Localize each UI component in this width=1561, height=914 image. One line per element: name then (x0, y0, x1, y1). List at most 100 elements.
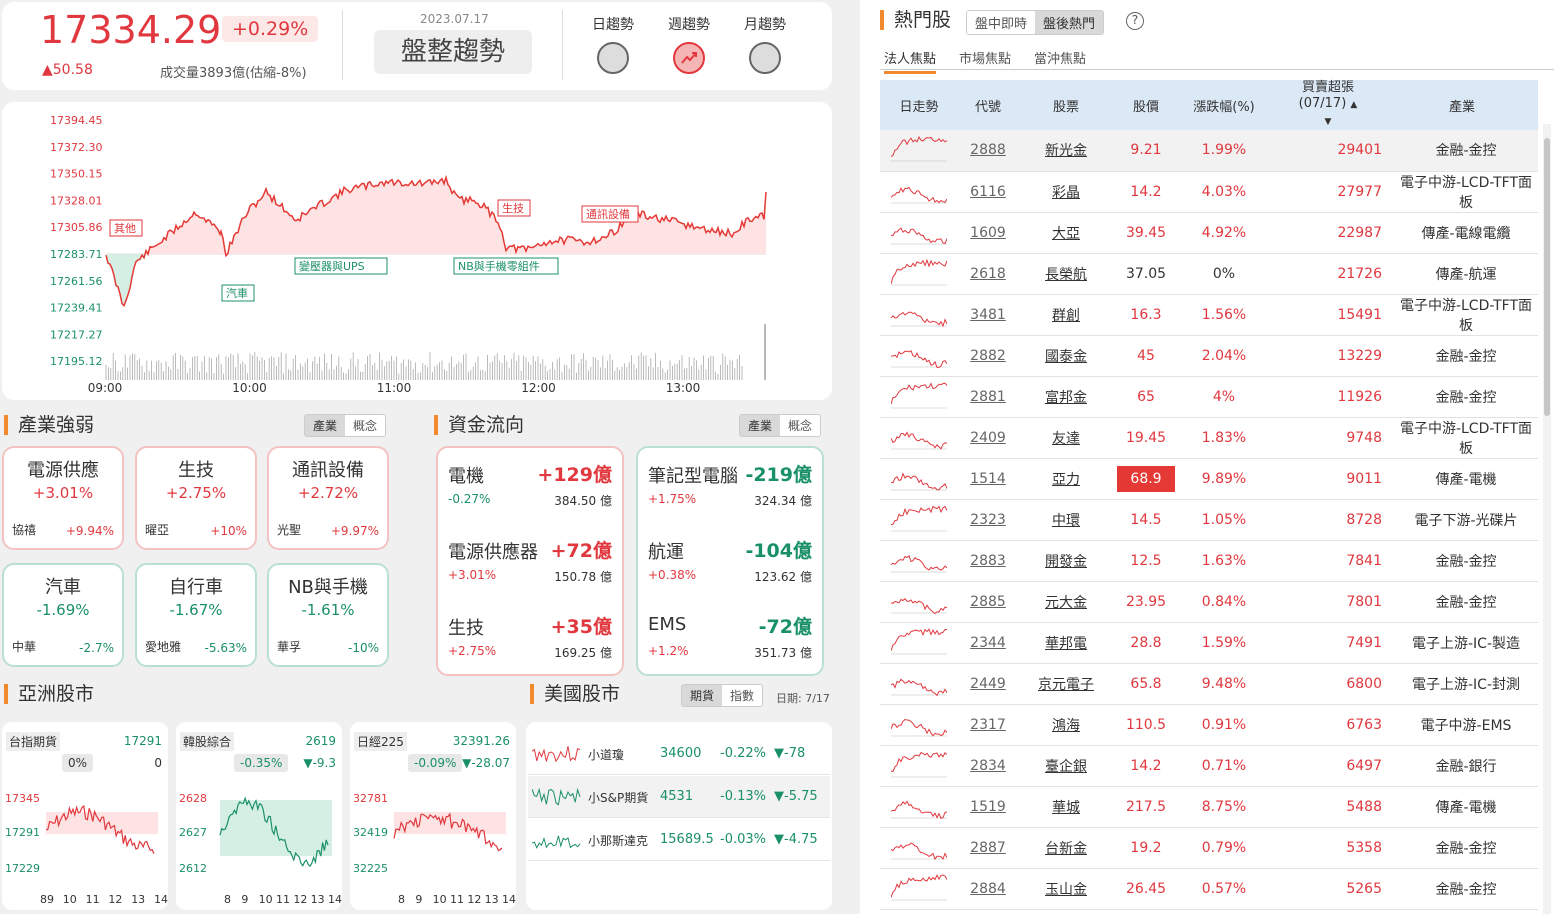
stock-code-link[interactable]: 2881 (958, 376, 1018, 418)
stock-name-link[interactable]: 華城 (1018, 786, 1114, 828)
table-row[interactable]: 2883 開發金 12.5 1.63% 7841 金融-金控 (880, 540, 1538, 582)
industry-card[interactable]: 電源供應 +3.01% 協禧 +9.94% (2, 446, 124, 550)
stock-code-link[interactable]: 2884 (958, 868, 1018, 910)
table-row[interactable]: 2618 長榮航 37.05 0% 21726 傳產-航運 (880, 253, 1538, 295)
stock-code-link[interactable]: 2323 (958, 499, 1018, 541)
stock-name-link[interactable]: 國泰金 (1018, 335, 1114, 377)
table-row[interactable]: 1514 亞力 68.9 9.89% 9011 傳產-電機 (880, 458, 1538, 500)
flow-item[interactable]: 生技 +35億 +2.75% 169.25 億 (448, 614, 612, 684)
index-tab[interactable]: 指數 (722, 685, 763, 706)
industry-card[interactable]: 汽車 -1.69% 中華 -2.7% (2, 563, 124, 667)
concept-tab[interactable]: 概念 (345, 415, 386, 436)
flow-item[interactable]: 電源供應器 +72億 +3.01% 150.78 億 (448, 538, 612, 608)
stock-name-link[interactable]: 鴻海 (1018, 704, 1114, 746)
after-hours-tab[interactable]: 盤後熱門 (1035, 11, 1104, 34)
stock-name-link[interactable]: 亞力 (1018, 458, 1114, 500)
table-row[interactable]: 2881 富邦金 65 4% 11926 金融-金控 (880, 376, 1538, 418)
trend-tab-day[interactable]: 日趨勢 (586, 14, 640, 74)
table-row[interactable]: 2887 台新金 19.2 0.79% 5358 金融-金控 (880, 827, 1538, 869)
flow-item[interactable]: 筆記型電腦 -219億 +1.75% 324.34 億 (648, 462, 812, 532)
stock-name-link[interactable]: 新光金 (1018, 130, 1114, 172)
table-row[interactable]: 1519 華城 217.5 8.75% 5488 傳產-電機 (880, 786, 1538, 828)
table-row[interactable]: 6116 彩晶 14.2 4.03% 27977 電子中游-LCD-TFT面板 (880, 171, 1538, 213)
stock-price: 14.2 (1114, 171, 1178, 213)
stock-name-link[interactable]: 元大金 (1018, 581, 1114, 623)
sparkline (890, 678, 948, 696)
flow-item[interactable]: 航運 -104億 +0.38% 123.62 億 (648, 538, 812, 608)
table-row[interactable]: 2834 臺企銀 14.2 0.71% 6497 金融-銀行 (880, 745, 1538, 787)
table-row[interactable]: 2888 新光金 9.21 1.99% 29401 金融-金控 (880, 130, 1538, 172)
stock-name-link[interactable]: 台新金 (1018, 827, 1114, 869)
sub-tab-market[interactable]: 市場焦點 (959, 48, 1011, 67)
us-market-row[interactable]: 小道瓊 34600 -0.22% ▼-78 (528, 733, 830, 775)
industry-tab[interactable]: 產業 (305, 415, 346, 436)
stock-name-link[interactable]: 京元電子 (1018, 663, 1114, 705)
stock-name-link[interactable]: 開發金 (1018, 540, 1114, 582)
stock-name-link[interactable]: 大亞 (1018, 212, 1114, 254)
stock-name-link[interactable]: 玉山金 (1018, 868, 1114, 910)
stock-name-link[interactable]: 華邦電 (1018, 622, 1114, 664)
stock-code-link[interactable]: 1519 (958, 786, 1018, 828)
flow-item[interactable]: EMS -72億 +1.2% 351.73 億 (648, 614, 812, 684)
table-row[interactable]: 2882 國泰金 45 2.04% 13229 金融-金控 (880, 335, 1538, 377)
stock-name-link[interactable]: 群創 (1018, 294, 1114, 336)
futures-tab[interactable]: 期貨 (682, 685, 723, 706)
stock-name-link[interactable]: 彩晶 (1018, 171, 1114, 213)
table-row[interactable]: 2885 元大金 23.95 0.84% 7801 金融-金控 (880, 581, 1538, 623)
trend-tab-month[interactable]: 月趨勢 (738, 14, 792, 74)
sub-tab-daytrade[interactable]: 當沖焦點 (1034, 48, 1086, 67)
stock-code-link[interactable]: 3481 (958, 294, 1018, 336)
sub-tab-institutional[interactable]: 法人焦點 (884, 48, 937, 74)
outflow-card[interactable]: 筆記型電腦 -219億 +1.75% 324.34 億航運 -104億 +0.38% 123… (636, 446, 824, 676)
stock-code-link[interactable]: 2887 (958, 827, 1018, 869)
stock-code-link[interactable]: 1609 (958, 212, 1018, 254)
stock-name-link[interactable]: 中環 (1018, 499, 1114, 541)
daily-trend-cell (880, 622, 958, 664)
stock-code-link[interactable]: 2888 (958, 130, 1018, 172)
industry-tab[interactable]: 產業 (740, 415, 781, 436)
table-row[interactable]: 2317 鴻海 110.5 0.91% 6763 電子中游-EMS (880, 704, 1538, 746)
us-toggle: 期貨 指數 (681, 684, 764, 707)
trend-tab-week[interactable]: 週趨勢 (662, 14, 716, 74)
realtime-tab[interactable]: 盤中即時 (967, 11, 1036, 34)
stock-name-link[interactable]: 長榮航 (1018, 253, 1114, 295)
chart-annotation: NB與手機零組件 (453, 257, 559, 275)
stock-name-link[interactable]: 富邦金 (1018, 376, 1114, 418)
stock-code-link[interactable]: 2449 (958, 663, 1018, 705)
us-market-row[interactable]: 小那斯達克 15689.5 -0.03% ▼-4.75 (528, 819, 830, 861)
scrollbar-thumb[interactable] (1544, 138, 1550, 416)
help-icon[interactable]: ? (1126, 12, 1144, 30)
stock-code-link[interactable]: 2409 (958, 417, 1018, 459)
table-row[interactable]: 2409 友達 19.45 1.83% 9748 電子中游-LCD-TFT面板 (880, 417, 1538, 459)
stock-code-link[interactable]: 2885 (958, 581, 1018, 623)
stock-code-link[interactable]: 2834 (958, 745, 1018, 787)
stock-name-link[interactable]: 臺企銀 (1018, 745, 1114, 787)
asia-market-card[interactable]: 韓股綜合 2619 -0.35% ▼-9.3 2628 2627 2612 8 9 10 11 12 1… (176, 722, 342, 910)
industry-card[interactable]: 通訊設備 +2.72% 光聖 +9.97% (267, 446, 389, 550)
asia-market-card[interactable]: 台指期貨 17291 0% 0 17345 17291 17229 89 10 11 12 13 14 (2, 722, 168, 910)
stock-code-link[interactable]: 2317 (958, 704, 1018, 746)
table-row[interactable]: 2884 玉山金 26.45 0.57% 5265 金融-金控 (880, 868, 1538, 910)
stock-code-link[interactable]: 2882 (958, 335, 1018, 377)
table-row[interactable]: 1609 大亞 39.45 4.92% 22987 傳產-電線電纜 (880, 212, 1538, 254)
flow-item[interactable]: 電機 +129億 -0.27% 384.50 億 (448, 462, 612, 532)
col-netbuy[interactable]: 買賣超張 (07/17) ▲ ▼ (1270, 80, 1386, 130)
stock-pct: 0.79% (1178, 827, 1270, 869)
asia-market-card[interactable]: 日經225 32391.26 -0.09% ▼-28.07 32781 32419 3222… (350, 722, 516, 910)
industry-card[interactable]: 生技 +2.75% 曜亞 +10% (135, 446, 257, 550)
stock-code-link[interactable]: 1514 (958, 458, 1018, 500)
stock-code-link[interactable]: 2344 (958, 622, 1018, 664)
table-row[interactable]: 2449 京元電子 65.8 9.48% 6800 電子上游-IC-封測 (880, 663, 1538, 705)
stock-code-link[interactable]: 6116 (958, 171, 1018, 213)
stock-code-link[interactable]: 2618 (958, 253, 1018, 295)
industry-card[interactable]: 自行車 -1.67% 愛地雅 -5.63% (135, 563, 257, 667)
stock-name-link[interactable]: 友達 (1018, 417, 1114, 459)
table-row[interactable]: 3481 群創 16.3 1.56% 15491 電子中游-LCD-TFT面板 (880, 294, 1538, 336)
table-row[interactable]: 2344 華邦電 28.8 1.59% 7491 電子上游-IC-製造 (880, 622, 1538, 664)
us-market-row[interactable]: 小S&P期貨 4531 -0.13% ▼-5.75 (528, 776, 830, 818)
inflow-card[interactable]: 電機 +129億 -0.27% 384.50 億電源供應器 +72億 +3.01% 150.… (436, 446, 624, 676)
industry-card[interactable]: NB與手機 -1.61% 華孚 -10% (267, 563, 389, 667)
stock-code-link[interactable]: 2883 (958, 540, 1018, 582)
concept-tab[interactable]: 概念 (780, 415, 821, 436)
table-row[interactable]: 2323 中環 14.5 1.05% 8728 電子下游-光碟片 (880, 499, 1538, 541)
